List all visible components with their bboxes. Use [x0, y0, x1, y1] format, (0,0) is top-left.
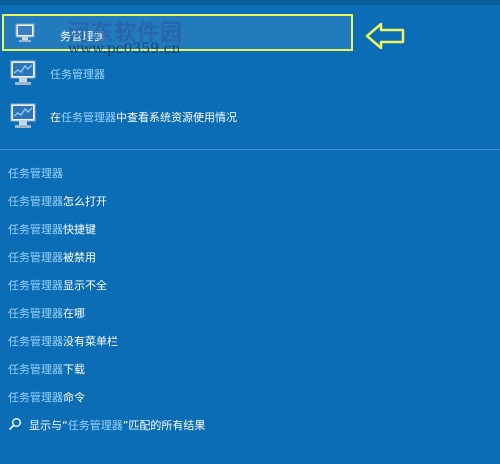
suggestion-item[interactable]: 任务管理器被禁用 [8, 249, 96, 265]
suggestion-item[interactable]: 任务管理器下载 [8, 361, 85, 377]
app-icon [14, 21, 40, 45]
suggestion-item[interactable]: 任务管理器快捷键 [8, 221, 96, 237]
section-divider [0, 149, 500, 150]
task-manager-icon [8, 101, 40, 131]
best-match-label: 任务管理器 [50, 68, 105, 81]
best-match-label: 在任务管理器中查看系统资源使用情况 [50, 111, 237, 124]
suggestion-item[interactable]: 任务管理器怎么打开 [8, 193, 107, 209]
suggestion-item[interactable]: 任务管理器在哪 [8, 305, 85, 321]
best-match-item[interactable]: 在任务管理器中查看系统资源使用情况 [6, 100, 366, 132]
left-arrow-icon [365, 22, 407, 50]
task-manager-icon [8, 58, 40, 88]
search-icon [8, 417, 22, 431]
top-strip [0, 0, 500, 5]
suggestion-item[interactable]: 任务管理器显示不全 [8, 277, 107, 293]
suggestion-item[interactable]: 任务管理器没有菜单栏 [8, 333, 118, 349]
search-box[interactable]: 务管理器 [2, 14, 353, 51]
bottom-bar [0, 444, 500, 464]
show-all-results-label: 显示与“任务管理器”匹配的所有结果 [29, 419, 206, 432]
suggestion-item[interactable]: 任务管理器 [8, 165, 63, 181]
suggestion-item[interactable]: 任务管理器命令 [8, 389, 85, 405]
search-input[interactable]: 务管理器 [60, 28, 105, 44]
best-match-item[interactable]: 任务管理器 [6, 57, 366, 89]
